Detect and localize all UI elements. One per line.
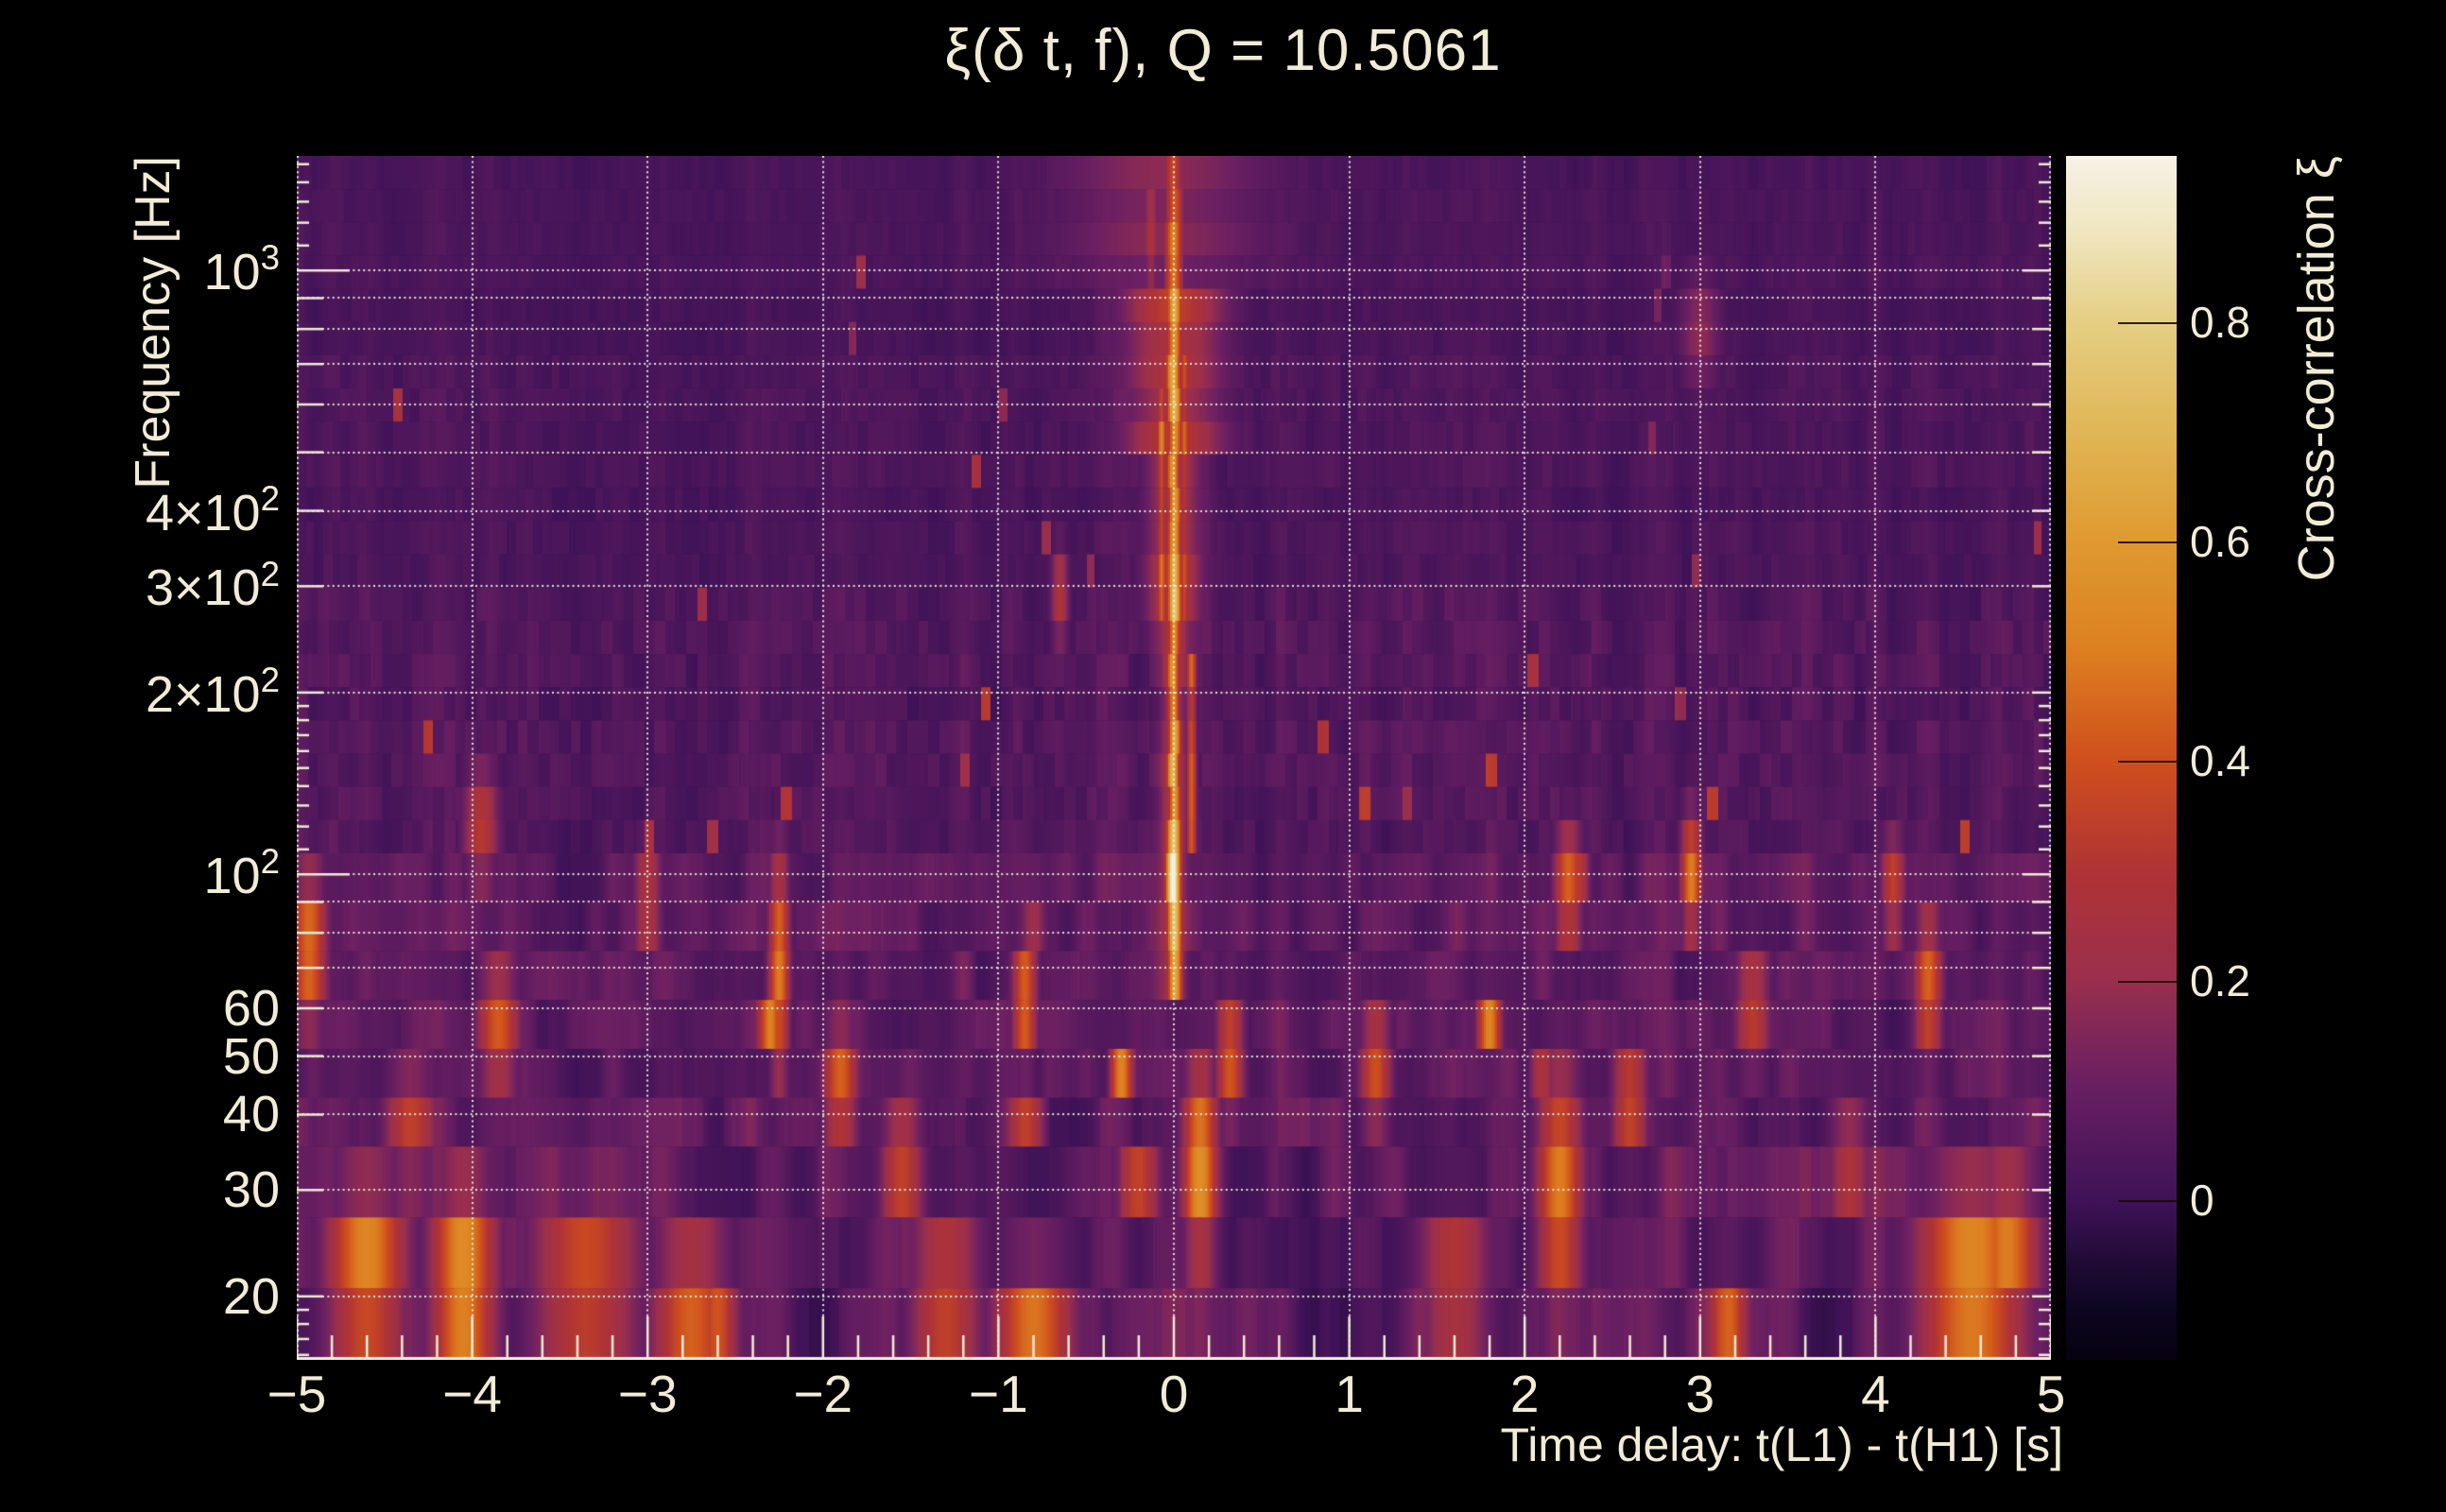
x-tick-label: 5 xyxy=(2036,1365,2066,1423)
y-tick-label: 103 xyxy=(203,238,281,301)
x-tick-label: −5 xyxy=(267,1365,327,1423)
colorbar-tick-label: 0.4 xyxy=(2190,736,2250,786)
y-tick-label: 40 xyxy=(222,1086,280,1143)
x-tick-label: −4 xyxy=(442,1365,502,1423)
y-tick-label: 60 xyxy=(222,979,280,1037)
x-tick-label: 3 xyxy=(1685,1365,1715,1423)
colorbar-tick xyxy=(2118,980,2177,983)
y-tick-label: 4×102 xyxy=(145,478,280,541)
x-tick-label: −2 xyxy=(793,1365,853,1423)
colorbar-tick xyxy=(2118,1200,2177,1203)
y-tick-label: 30 xyxy=(222,1161,280,1219)
y-tick-label: 2×102 xyxy=(145,661,280,723)
colorbar-title: Cross-correlation ξ xyxy=(2288,156,2345,582)
x-tick-label: 1 xyxy=(1335,1365,1364,1423)
y-tick-label: 20 xyxy=(222,1267,280,1325)
x-tick-label: −1 xyxy=(969,1365,1028,1423)
x-axis-title: Time delay: t(L1) - t(H1) [s] xyxy=(1500,1418,2063,1471)
x-tick-label: 0 xyxy=(1159,1365,1189,1423)
colorbar-tick xyxy=(2118,321,2177,324)
y-tick-label: 102 xyxy=(203,842,281,905)
colorbar-tick-label: 0.6 xyxy=(2190,517,2250,566)
heatmap-canvas xyxy=(297,156,2051,1360)
colorbar-tick-label: 0.8 xyxy=(2190,297,2250,347)
x-tick-label: −3 xyxy=(617,1365,678,1423)
figure: ξ(δ t, f), Q = 10.5061 Frequency [Hz] 10… xyxy=(0,0,2446,1512)
chart-title: ξ(δ t, f), Q = 10.5061 xyxy=(944,18,1502,83)
x-tick-label: 2 xyxy=(1509,1365,1540,1423)
colorbar-tick xyxy=(2118,541,2177,543)
y-tick-label: 3×102 xyxy=(145,554,280,617)
y-tick-label: 50 xyxy=(222,1027,280,1085)
colorbar-gradient xyxy=(2066,156,2177,1360)
x-tick-label: 4 xyxy=(1861,1365,1890,1423)
colorbar-tick xyxy=(2118,761,2177,764)
y-axis-title: Frequency [Hz] xyxy=(126,156,181,490)
colorbar-tick-label: 0.2 xyxy=(2190,955,2250,1005)
colorbar-tick-label: 0 xyxy=(2190,1176,2214,1226)
